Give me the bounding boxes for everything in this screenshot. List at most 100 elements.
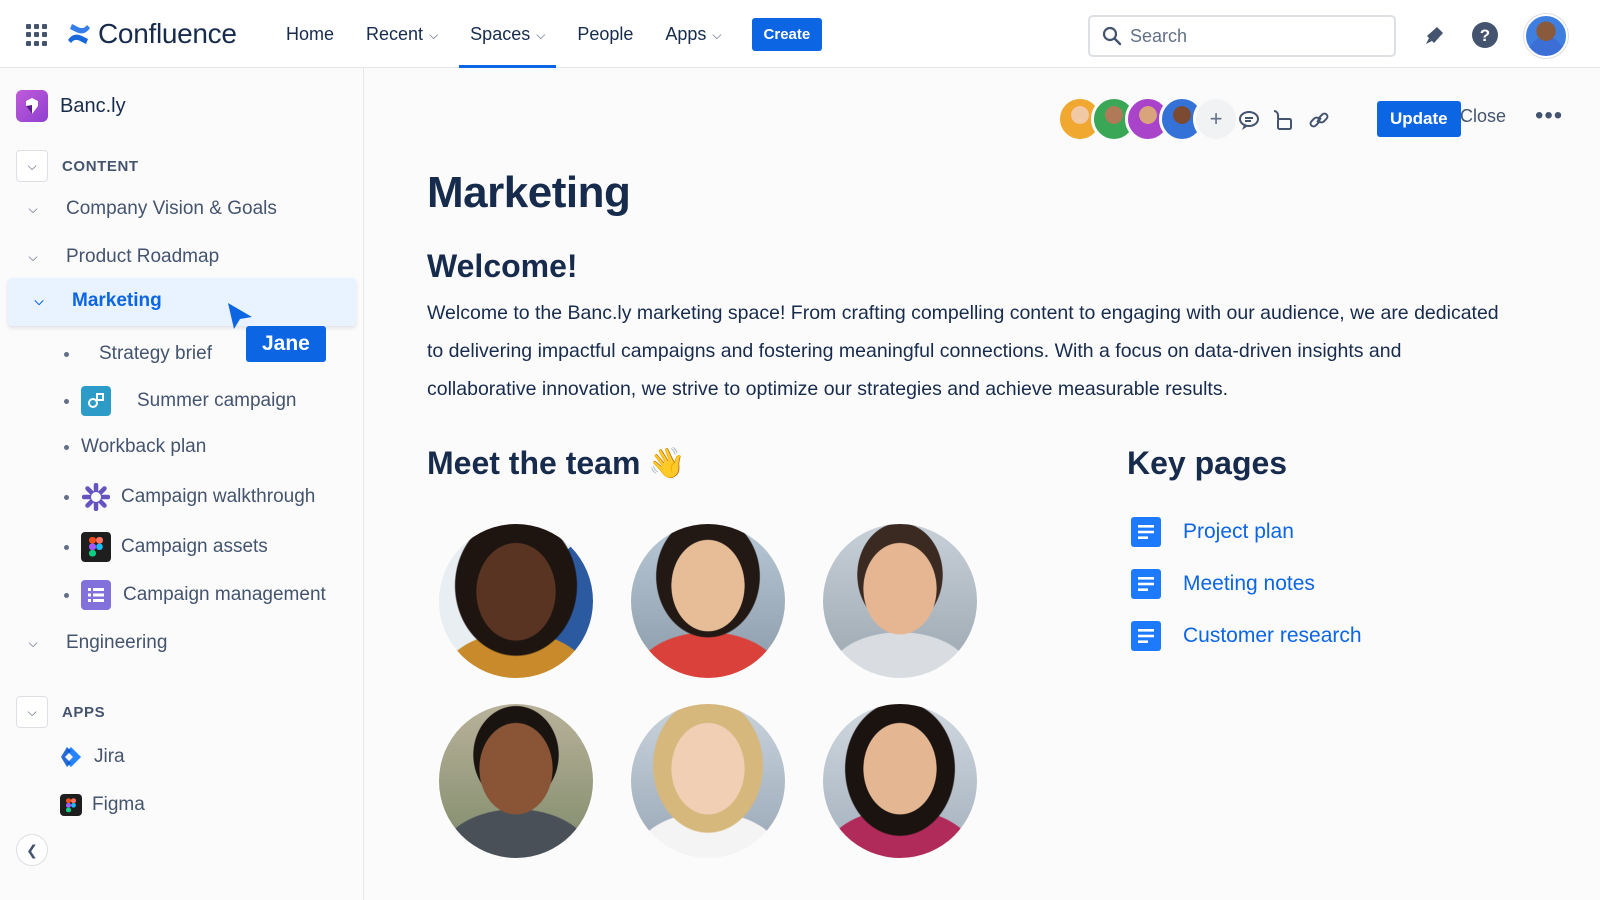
key-page-link[interactable]: Project plan (1183, 520, 1294, 544)
collapse-sidebar-button[interactable]: ❮ (16, 834, 48, 866)
chevron-down-icon[interactable]: ⌵ (16, 150, 48, 182)
bullet (64, 398, 69, 404)
sidebar-item-summer-campaign[interactable]: Summer campaign (64, 386, 296, 416)
page-title: Marketing (427, 168, 631, 217)
sidebar-item-marketing-row: ⌵ Marketing (30, 290, 162, 312)
close-button[interactable]: Close (1460, 106, 1506, 127)
chevron-down-icon: ⌵ (28, 249, 38, 264)
top-navigation: Confluence Home Recent ⌵ Spaces ⌵ People… (0, 0, 1600, 68)
key-pages-heading: Key pages (1127, 445, 1288, 481)
team-member-photo (439, 704, 593, 858)
sidebar-item-label: Campaign walkthrough (121, 486, 316, 507)
team-member-photo (439, 524, 593, 678)
sidebar-item-campaign-assets[interactable]: Campaign assets (64, 532, 268, 562)
bullet (64, 444, 69, 450)
chevron-down-icon: ⌵ (28, 201, 38, 216)
key-page-link[interactable]: Customer research (1183, 624, 1362, 648)
database-icon (81, 580, 111, 610)
sidebar-item-marketing[interactable]: ⌵ Marketing (8, 278, 356, 326)
sidebar-item-engineering[interactable]: ⌵ Engineering (24, 632, 167, 654)
sidebar-item-jira[interactable]: Jira (60, 746, 125, 768)
figma-icon (81, 532, 111, 562)
team-member-photo (823, 704, 977, 858)
app-switcher-icon[interactable] (26, 24, 48, 46)
apps-section-header: ⌵ APPS (16, 696, 105, 728)
key-page-meeting-notes[interactable]: Meeting notes (1131, 558, 1362, 610)
team-member-photo (631, 704, 785, 858)
sidebar-item-company-vision[interactable]: ⌵ Company Vision & Goals (24, 198, 277, 220)
sidebar-item-label: Campaign management (123, 584, 326, 605)
create-button[interactable]: Create (751, 17, 823, 51)
chevron-down-icon: ⌵ (34, 293, 44, 308)
confluence-icon (68, 24, 90, 44)
sidebar-item-workback-plan[interactable]: Workback plan (64, 436, 206, 458)
unlock-icon[interactable] (1269, 106, 1297, 134)
sidebar-item-campaign-management[interactable]: Campaign management (64, 580, 326, 610)
key-pages-list: Project plan Meeting notes Customer rese… (1131, 506, 1362, 662)
nav-people-label: People (577, 23, 634, 44)
sidebar-item-figma[interactable]: Figma (60, 794, 145, 816)
team-heading-text: Meet the team (427, 445, 641, 481)
space-logo-icon (16, 90, 48, 122)
nav-home-label: Home (286, 23, 335, 44)
nav-people[interactable]: People (561, 0, 649, 68)
jira-icon (60, 746, 82, 768)
sidebar-item-label: Jira (94, 746, 125, 767)
sidebar-item-product-roadmap[interactable]: ⌵ Product Roadmap (24, 246, 219, 268)
nav-apps[interactable]: Apps ⌵ (649, 0, 737, 68)
key-page-link[interactable]: Meeting notes (1183, 572, 1315, 596)
update-button[interactable]: Update (1377, 101, 1461, 137)
sidebar-item-label: Strategy brief (99, 343, 212, 364)
waving-hand-icon: 👋 (648, 447, 686, 480)
sidebar-item-label: Company Vision & Goals (66, 198, 277, 219)
user-avatar[interactable] (1524, 14, 1568, 58)
nav-apps-label: Apps (665, 23, 707, 44)
loom-icon (81, 482, 111, 512)
nav-recent[interactable]: Recent ⌵ (350, 0, 454, 68)
content-section-label: CONTENT (62, 157, 139, 175)
more-actions-icon[interactable]: ••• (1535, 102, 1563, 130)
bullet (64, 592, 69, 598)
search-box[interactable] (1088, 15, 1396, 57)
chevron-down-icon: ⌵ (28, 635, 38, 650)
sidebar-item-label: Campaign assets (121, 536, 268, 557)
figma-icon (60, 794, 82, 816)
welcome-paragraph: Welcome to the Banc.ly marketing space! … (427, 302, 1499, 400)
bullet (64, 544, 69, 550)
chevron-down-icon[interactable]: ⌵ (16, 696, 48, 728)
sidebar-item-strategy-brief[interactable]: Strategy brief (64, 343, 212, 365)
nav-spaces[interactable]: Spaces ⌵ (454, 0, 561, 68)
brand-name: Confluence (98, 18, 237, 49)
sidebar-item-campaign-walkthrough[interactable]: Campaign walkthrough (64, 482, 315, 512)
team-photo-grid (439, 524, 977, 858)
welcome-heading: Welcome! (427, 248, 578, 284)
content-section-header: ⌵ CONTENT (16, 150, 139, 182)
sidebar-item-label: Marketing (72, 290, 162, 311)
help-icon[interactable]: ? (1470, 20, 1500, 50)
team-member-photo (631, 524, 785, 678)
sidebar: Banc.ly ⌵ CONTENT ⌵ Company Vision & Goa… (0, 68, 364, 900)
space-name: Banc.ly (60, 94, 126, 117)
space-header[interactable]: Banc.ly (16, 90, 126, 122)
primary-nav: Home Recent ⌵ Spaces ⌵ People Apps ⌵ Cre… (270, 0, 823, 68)
chevron-down-icon: ⌵ (536, 27, 546, 42)
add-collaborator-button[interactable]: + (1193, 96, 1239, 142)
chevron-left-icon: ❮ (26, 841, 38, 858)
megaphone-icon (1426, 27, 1443, 44)
nav-home[interactable]: Home (270, 0, 350, 68)
team-member-photo (823, 524, 977, 678)
notifications-icon[interactable] (1420, 20, 1450, 50)
key-page-customer-research[interactable]: Customer research (1131, 610, 1362, 662)
page-icon (1131, 517, 1161, 547)
page-icon (1131, 569, 1161, 599)
confluence-logo[interactable]: Confluence (66, 18, 237, 50)
search-input[interactable] (1130, 25, 1380, 47)
whiteboard-icon (81, 386, 111, 416)
link-icon[interactable] (1305, 106, 1333, 134)
nav-recent-label: Recent (366, 23, 424, 44)
chevron-down-icon: ⌵ (712, 27, 722, 42)
collaborator-avatars[interactable]: + (1057, 96, 1239, 142)
sidebar-item-label: Product Roadmap (66, 246, 220, 267)
key-page-project-plan[interactable]: Project plan (1131, 506, 1362, 558)
comment-icon[interactable] (1235, 106, 1263, 134)
